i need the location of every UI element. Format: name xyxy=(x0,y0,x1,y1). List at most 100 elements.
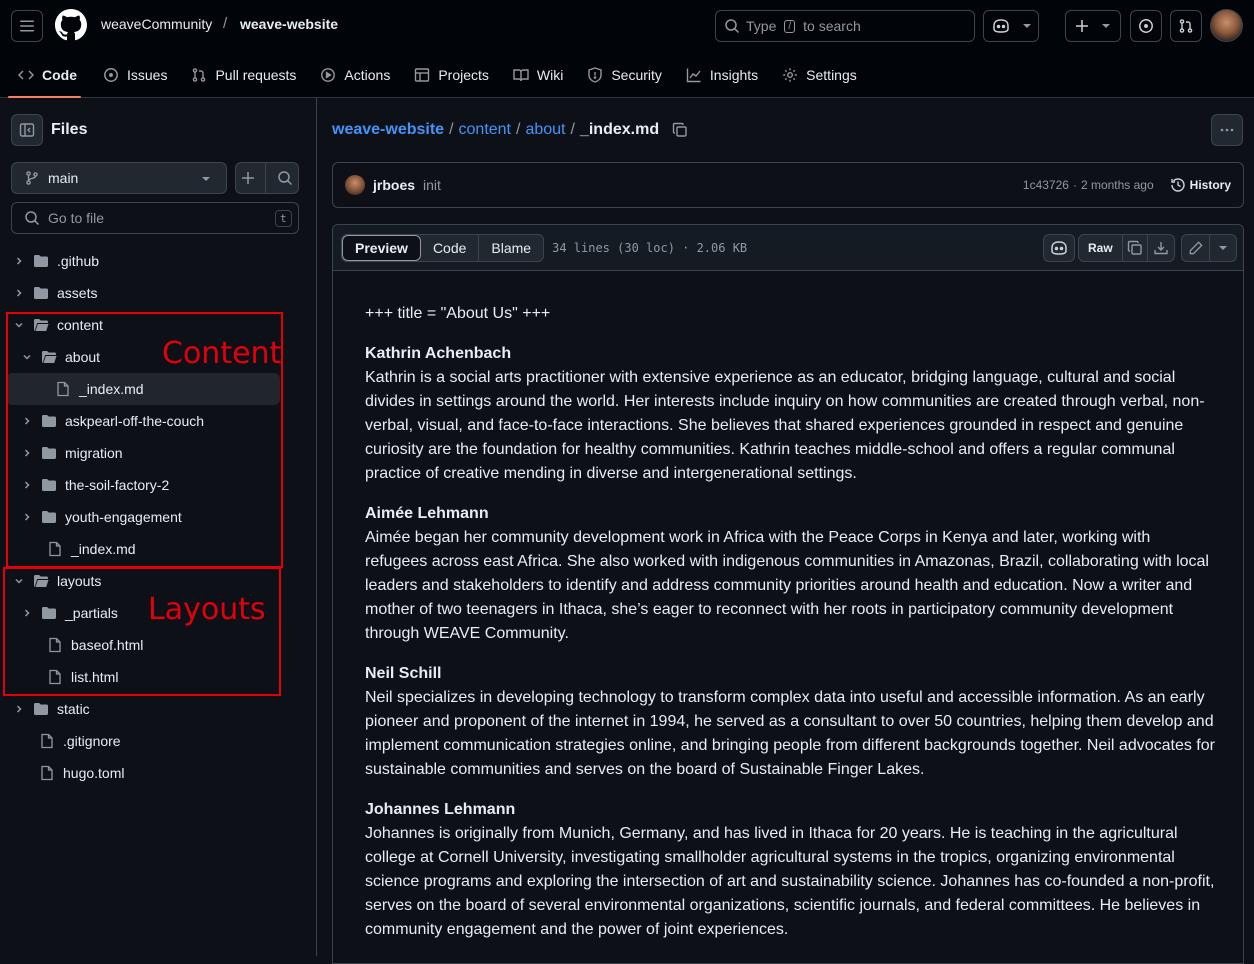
shield-icon xyxy=(588,67,603,83)
tab-label: Settings xyxy=(806,67,857,83)
search-icon[interactable] xyxy=(277,170,293,186)
breadcrumb-repo[interactable]: weave-website xyxy=(332,121,444,139)
file-icon xyxy=(39,765,55,781)
tab-wiki[interactable]: Wiki xyxy=(501,56,575,94)
copy-icon[interactable] xyxy=(672,122,688,138)
raw-button[interactable]: Raw xyxy=(1079,235,1123,261)
download-button[interactable] xyxy=(1148,235,1174,261)
tab-preview[interactable]: Preview xyxy=(342,234,421,261)
tree-item-label: .github xyxy=(57,253,100,269)
copilot-icon xyxy=(993,19,1009,33)
tab-code[interactable]: Code xyxy=(0,56,89,98)
tree-file[interactable]: .gitignore xyxy=(11,725,121,757)
tab-label: Insights xyxy=(709,67,759,83)
tree-item-label: static xyxy=(57,701,90,717)
copilot-icon xyxy=(1051,241,1067,255)
chevron-down-icon xyxy=(1102,24,1110,28)
branch-selector[interactable]: main xyxy=(11,162,227,194)
chevron-down-icon xyxy=(202,177,210,181)
github-logo-icon[interactable] xyxy=(55,9,87,44)
hamburger-menu-button[interactable] xyxy=(11,10,43,42)
repo-nav: Code Issues Pull requests Actions Projec… xyxy=(0,56,869,98)
collapse-sidebar-button[interactable] xyxy=(11,114,43,146)
breadcrumb-sep: / xyxy=(516,121,521,138)
tab-blame[interactable]: Blame xyxy=(478,234,543,261)
chevron-right-icon[interactable] xyxy=(11,255,27,267)
file-actions-group xyxy=(235,162,299,194)
issues-button[interactable] xyxy=(1130,10,1162,42)
breadcrumb-file: _index.md xyxy=(579,121,660,138)
copilot-button[interactable] xyxy=(983,10,1039,42)
edit-actions-group xyxy=(1181,234,1237,262)
commit-dot: · xyxy=(1072,178,1077,192)
create-new-button[interactable] xyxy=(1065,10,1121,42)
history-label: History xyxy=(1189,178,1231,192)
user-avatar[interactable] xyxy=(1210,9,1243,42)
chevron-right-icon[interactable] xyxy=(11,703,27,715)
tab-code-view[interactable]: Code xyxy=(421,235,478,261)
tab-label: Wiki xyxy=(536,67,564,83)
file-toolbar: Preview Code Blame 34 lines (30 loc) · 2… xyxy=(333,225,1243,271)
go-to-file-input[interactable]: Go to file t xyxy=(11,202,299,234)
book-icon xyxy=(513,69,529,82)
history-button[interactable]: History xyxy=(1170,177,1231,193)
global-header: weaveCommunity / weave-website Type / to s… xyxy=(0,0,1254,98)
add-file-icon[interactable] xyxy=(241,171,255,185)
tab-label: Actions xyxy=(344,67,391,83)
play-icon xyxy=(321,68,336,82)
tab-projects[interactable]: Projects xyxy=(402,56,501,94)
gear-icon xyxy=(783,68,797,82)
search-placeholder-type: Type xyxy=(746,18,777,34)
tab-pull-requests[interactable]: Pull requests xyxy=(179,56,308,94)
breadcrumb-about[interactable]: about xyxy=(525,121,565,139)
person-bio: Aimée began her community development wo… xyxy=(365,529,1209,642)
repo-link[interactable]: weave-website xyxy=(240,16,338,32)
search-input[interactable]: Type / to search xyxy=(715,10,975,42)
tab-actions[interactable]: Actions xyxy=(308,56,402,94)
copilot-ask-button[interactable] xyxy=(1043,234,1075,262)
file-icon xyxy=(39,733,55,749)
commit-message[interactable]: init xyxy=(423,177,441,193)
commit-hash[interactable]: 1c43726 xyxy=(1023,178,1069,192)
menu-icon xyxy=(20,20,34,32)
issue-icon xyxy=(1139,19,1153,33)
tree-folder[interactable]: assets xyxy=(11,277,97,309)
owner-link[interactable]: weaveCommunity xyxy=(101,16,212,32)
copy-raw-button[interactable] xyxy=(1123,235,1149,261)
edit-button[interactable] xyxy=(1182,235,1210,261)
pull-requests-button[interactable] xyxy=(1170,10,1202,42)
breadcrumb-separator: / xyxy=(223,15,228,32)
sidebar-collapse-icon xyxy=(19,123,35,137)
more-options-button[interactable] xyxy=(1211,114,1243,146)
breadcrumb-content[interactable]: content xyxy=(459,121,511,139)
table-icon xyxy=(415,68,430,82)
chevron-right-icon[interactable] xyxy=(11,287,27,299)
person-name: Johannes Lehmann xyxy=(365,801,516,818)
layouts-annotation-label: Layouts xyxy=(148,592,266,627)
folder-icon xyxy=(33,285,49,301)
file-breadcrumb: weave-website / content / about / _index… xyxy=(332,121,688,139)
tab-issues[interactable]: Issues xyxy=(91,56,179,94)
tab-security[interactable]: Security xyxy=(575,56,674,94)
go-to-file-placeholder: Go to file xyxy=(48,210,105,226)
content-annotation-label: Content xyxy=(162,336,282,371)
pull-request-icon xyxy=(193,68,206,82)
chevron-down-icon xyxy=(1023,24,1031,28)
branch-icon xyxy=(26,171,38,185)
search-shortcut-key: / xyxy=(784,19,796,33)
folder-icon xyxy=(33,701,49,717)
tree-file[interactable]: hugo.toml xyxy=(11,757,124,789)
tab-label: Issues xyxy=(127,67,168,83)
tab-settings[interactable]: Settings xyxy=(770,56,869,94)
search-icon xyxy=(25,211,40,226)
edit-dropdown-button[interactable] xyxy=(1210,243,1236,253)
tab-insights[interactable]: Insights xyxy=(674,56,770,94)
tree-folder[interactable]: static xyxy=(11,693,90,725)
person-name: Neil Schill xyxy=(365,665,442,682)
tab-label: Projects xyxy=(438,67,489,83)
raw-actions-group: Raw xyxy=(1078,234,1175,262)
commit-author[interactable]: jrboes xyxy=(373,177,415,193)
tree-folder[interactable]: .github xyxy=(11,245,99,277)
author-avatar[interactable] xyxy=(345,175,365,195)
tree-item-label: hugo.toml xyxy=(63,765,125,781)
